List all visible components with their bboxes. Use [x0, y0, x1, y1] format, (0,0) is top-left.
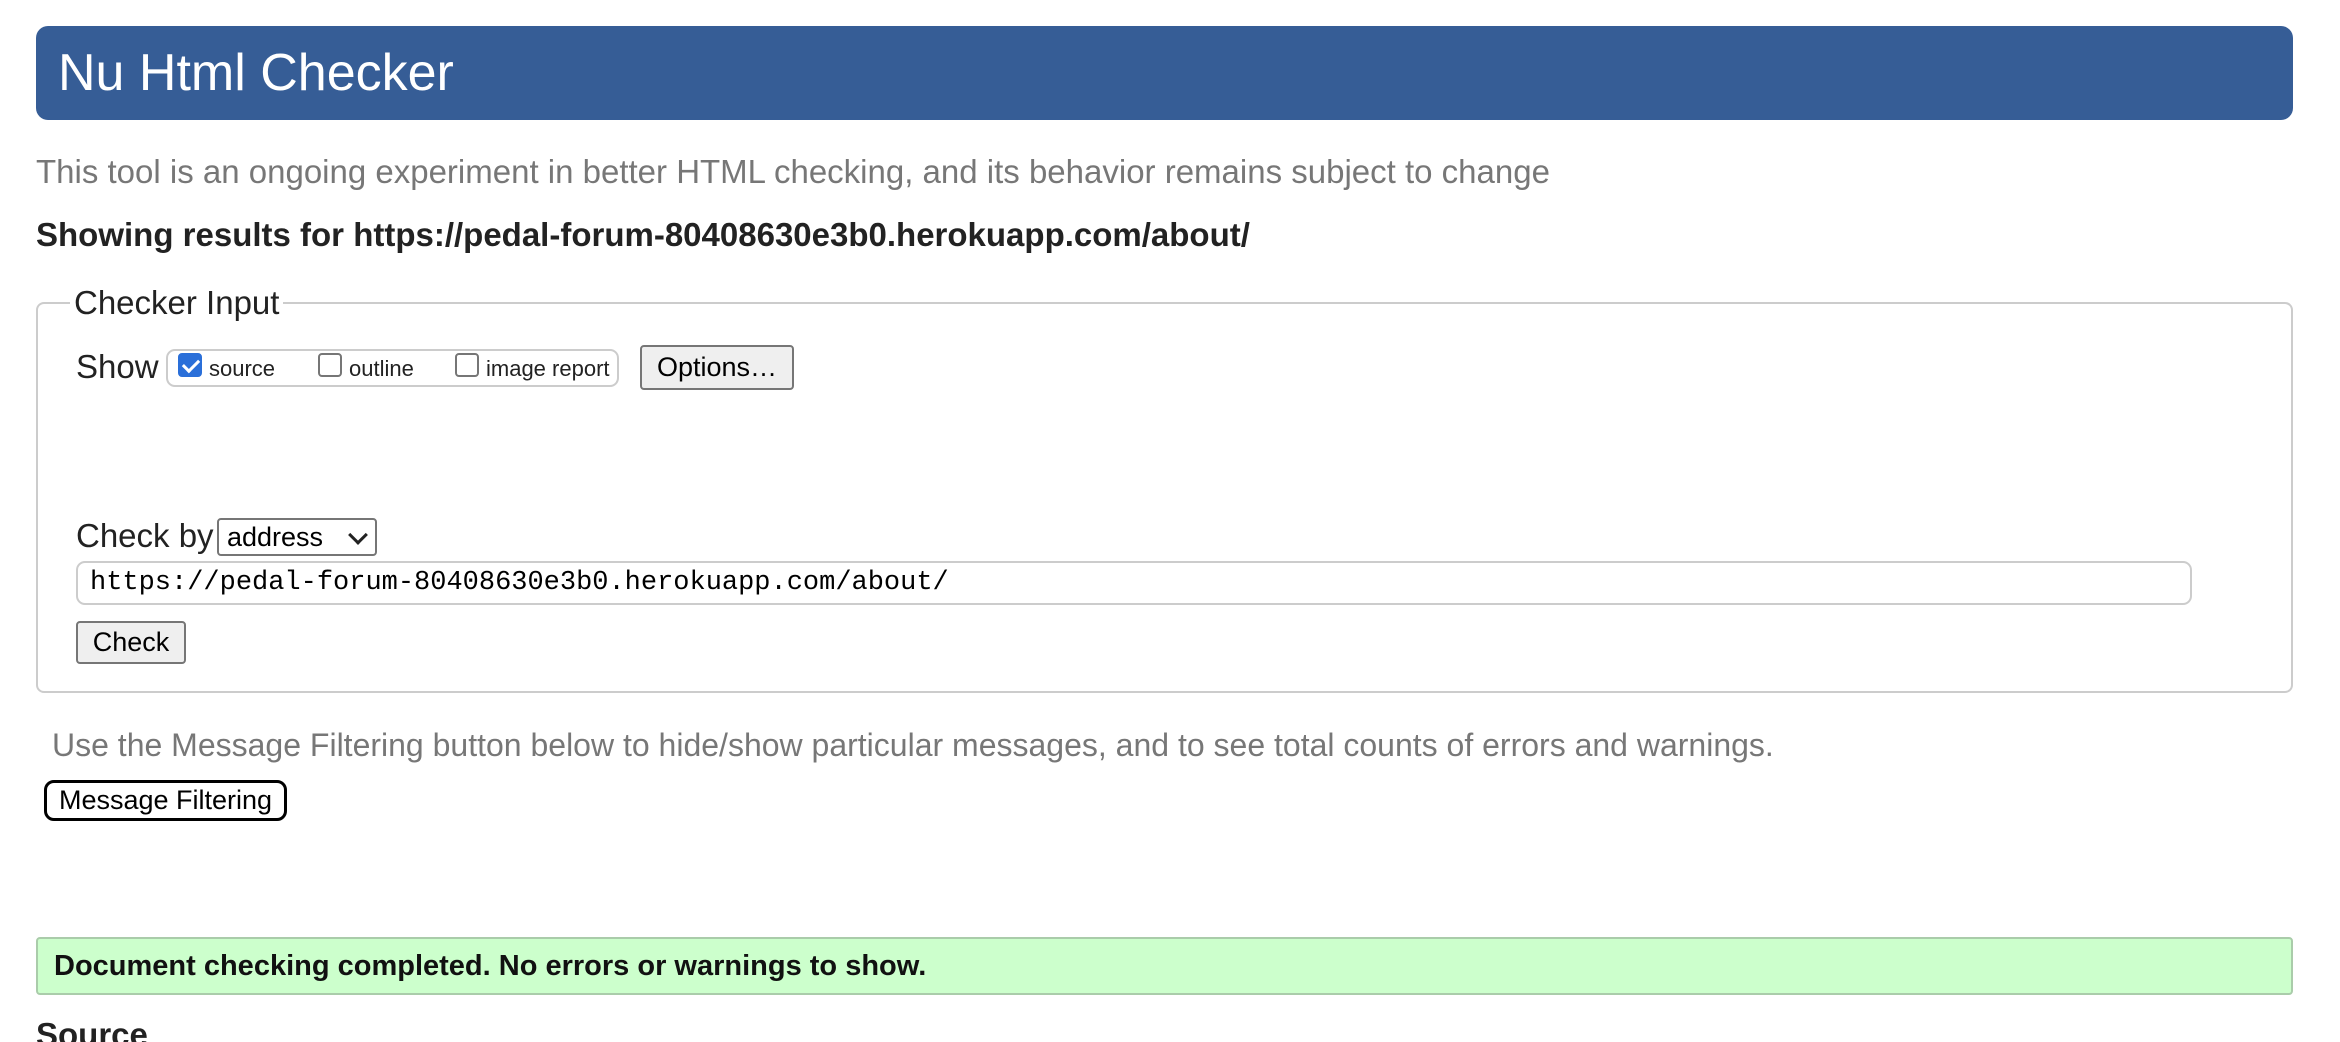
checker-input-fieldset: Checker Input: [36, 284, 2293, 693]
check-by-label: Check by: [76, 517, 214, 554]
show-image-report-option[interactable]: image report: [455, 351, 610, 387]
show-options-group: source outline image report: [166, 349, 619, 387]
page: Nu Html Checker This tool is an ongoing …: [0, 0, 2340, 1042]
check-button[interactable]: Check: [76, 621, 186, 664]
image-report-option-label: image report: [486, 356, 610, 381]
page-header: Nu Html Checker: [36, 26, 2293, 120]
results-for-heading: Showing results for https://pedal-forum-…: [36, 216, 1250, 253]
success-status-message: Document checking completed. No errors o…: [36, 937, 2293, 995]
show-outline-option[interactable]: outline: [318, 351, 414, 387]
page-title: Nu Html Checker: [58, 44, 454, 102]
outline-checkbox[interactable]: [318, 353, 342, 377]
message-filtering-button[interactable]: Message Filtering: [44, 780, 287, 821]
show-label: Show: [76, 348, 159, 385]
checker-input-legend: Checker Input: [74, 284, 280, 321]
url-input[interactable]: https://pedal-forum-80408630e3b0.herokua…: [76, 561, 2192, 605]
source-heading: Source: [36, 1016, 148, 1042]
outline-option-label: outline: [349, 356, 414, 381]
message-filtering-note: Use the Message Filtering button below t…: [52, 727, 1774, 763]
intro-text: This tool is an ongoing experiment in be…: [36, 153, 1550, 190]
image-report-checkbox[interactable]: [455, 353, 479, 377]
show-source-option[interactable]: source: [178, 351, 275, 387]
options-button[interactable]: Options…: [640, 345, 794, 390]
source-checkbox[interactable]: [178, 353, 202, 377]
chevron-down-icon: [348, 525, 368, 545]
check-by-selected-value: address: [227, 521, 324, 552]
check-by-select[interactable]: address: [217, 518, 377, 556]
source-option-label: source: [209, 356, 276, 381]
